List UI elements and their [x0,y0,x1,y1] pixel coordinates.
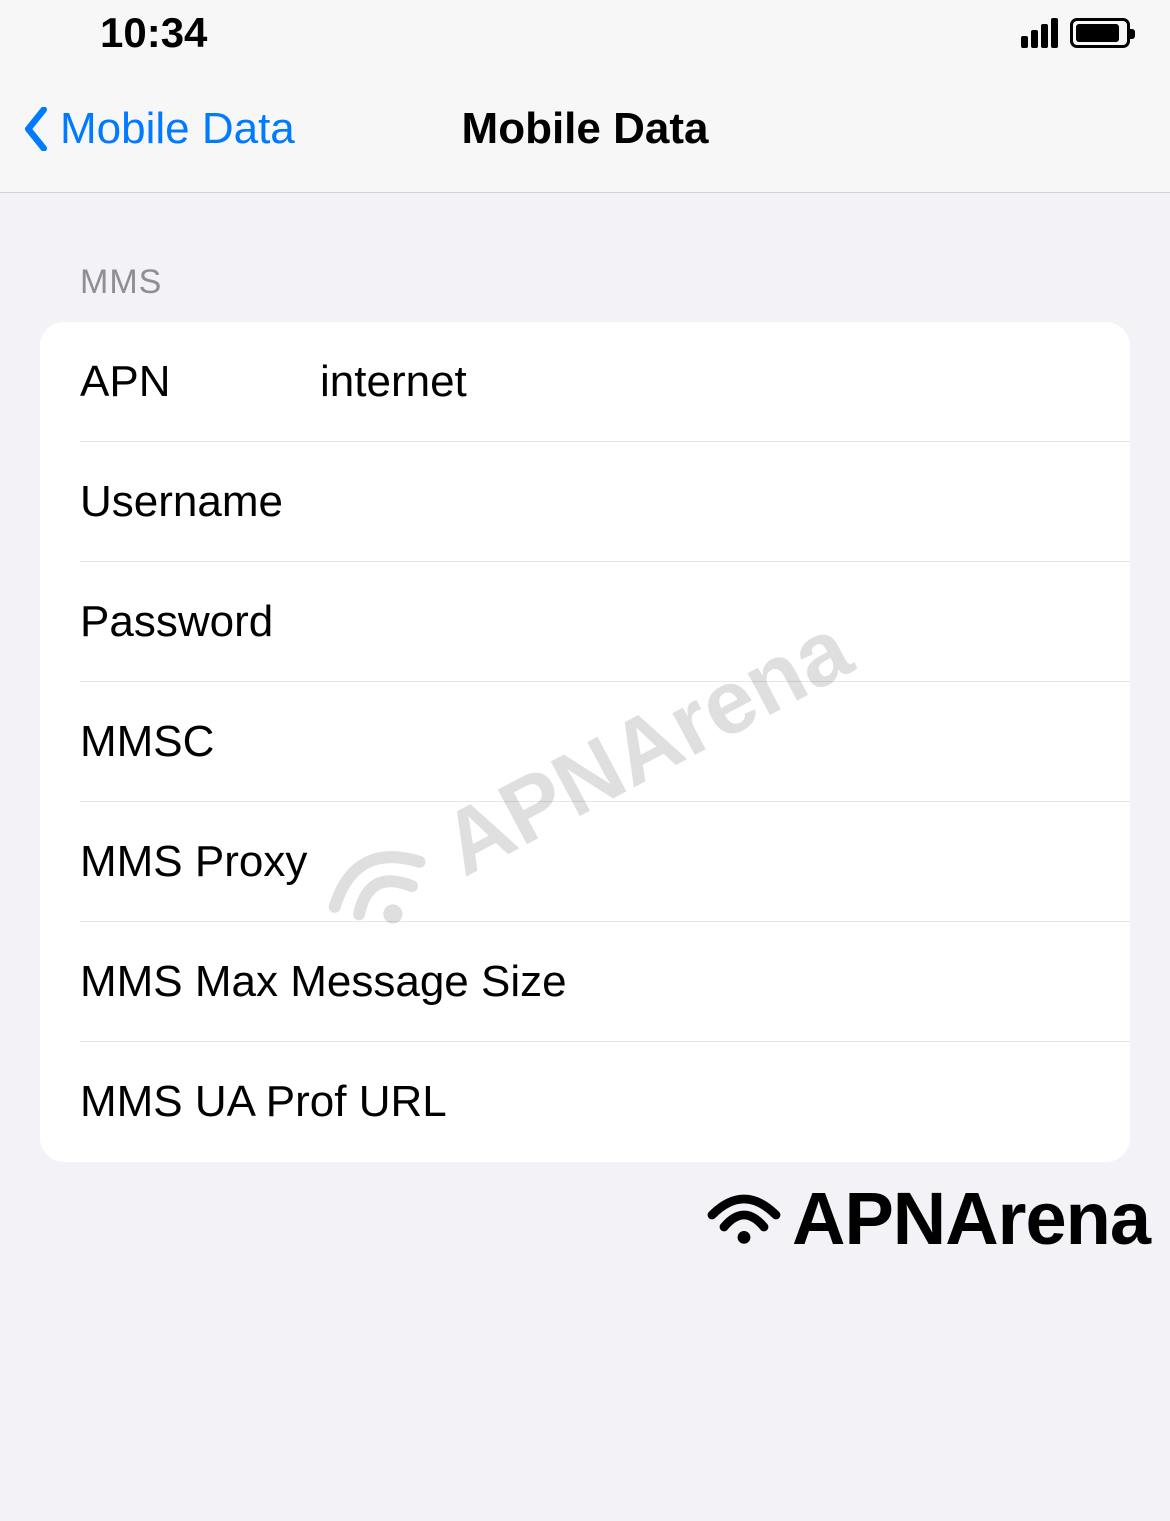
wifi-icon [704,1189,784,1249]
row-mmsc[interactable]: MMSC [40,682,1130,802]
row-mms-max-size[interactable]: MMS Max Message Size [40,922,1130,1042]
row-label: MMSC [80,717,320,767]
status-time: 10:34 [100,9,207,57]
row-label: MMS Max Message Size [80,957,567,1007]
row-username[interactable]: Username [40,442,1130,562]
row-label: MMS Proxy [80,837,307,887]
row-mms-ua-prof-url[interactable]: MMS UA Prof URL [40,1042,1130,1162]
username-input[interactable] [320,477,1090,527]
status-bar: 10:34 [0,0,1170,65]
password-input[interactable] [320,597,1090,647]
row-apn[interactable]: APN [40,322,1130,442]
back-label: Mobile Data [60,104,295,154]
settings-group-mms: APN Username Password MMSC MMS Proxy MMS… [40,322,1130,1162]
chevron-left-icon [20,107,52,151]
page-title: Mobile Data [462,104,709,154]
row-label: APN [80,357,320,407]
battery-icon [1070,18,1130,48]
apn-input[interactable] [320,357,1090,407]
row-label: Password [80,597,320,647]
row-mms-proxy[interactable]: MMS Proxy [40,802,1130,922]
mmsc-input[interactable] [320,717,1090,767]
mms-ua-prof-url-input[interactable] [447,1077,1090,1127]
row-password[interactable]: Password [40,562,1130,682]
mms-proxy-input[interactable] [307,837,1090,887]
back-button[interactable]: Mobile Data [20,104,295,154]
row-label: MMS UA Prof URL [80,1077,447,1127]
status-icons [1021,18,1130,48]
row-label: Username [80,477,320,527]
cellular-signal-icon [1021,18,1058,48]
navigation-bar: Mobile Data Mobile Data [0,65,1170,193]
mms-max-size-input[interactable] [567,957,1090,1007]
section-header-mms: MMS [40,193,1130,322]
brand-logo: APNArena [704,1176,1150,1261]
brand-text: APNArena [792,1176,1150,1261]
